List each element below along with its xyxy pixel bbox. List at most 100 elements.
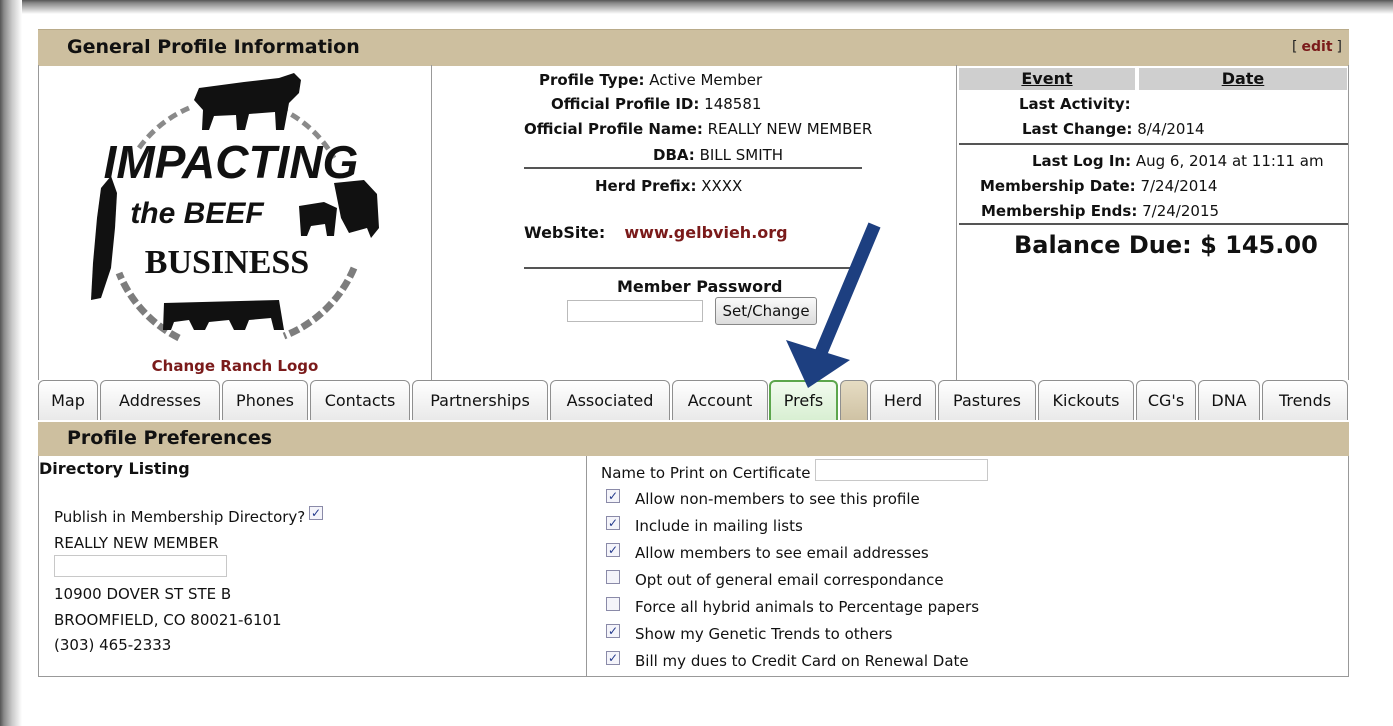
pref-option-label: Force all hybrid animals to Percentage p… [635, 598, 980, 616]
membership-date-value: 7/24/2014 [1140, 177, 1218, 195]
pref-option-label: Show my Genetic Trends to others [635, 625, 893, 643]
profile-type-row: Profile Type: Active Member [539, 71, 762, 89]
tab-phones[interactable]: Phones [222, 380, 308, 420]
certificate-name-label: Name to Print on Certificate [601, 464, 811, 482]
profile-type-value: Active Member [649, 71, 763, 89]
pref-option-checkbox[interactable]: ✓ [606, 651, 620, 665]
membership-date-label: Membership Date: [980, 177, 1136, 195]
ranch-logo[interactable]: IMPACTING the BEEF BUSINESS [79, 68, 389, 354]
pref-option-checkbox[interactable]: ✓ [606, 624, 620, 638]
edit-link[interactable]: edit [1302, 39, 1333, 55]
tab-pastures[interactable]: Pastures [938, 380, 1036, 420]
tab-blank[interactable] [840, 380, 868, 420]
calf-silhouette [299, 202, 337, 236]
date-column-header[interactable]: Date [1139, 68, 1347, 90]
ranch-logo-graphic: IMPACTING the BEEF BUSINESS [91, 73, 379, 342]
pref-option-checkbox[interactable]: ✓ [606, 489, 620, 503]
last-login-label: Last Log In: [1032, 152, 1132, 170]
event-column-header[interactable]: Event [959, 68, 1135, 90]
divider [524, 167, 862, 169]
tab-dna[interactable]: DNA [1198, 380, 1260, 420]
herd-prefix-row: Herd Prefix: XXXX [595, 177, 742, 195]
last-activity-label: Last Activity: [1019, 95, 1131, 113]
profile-name-value: REALLY NEW MEMBER [707, 120, 873, 138]
profile-name-label: Official Profile Name: [524, 120, 703, 138]
website-row: WebSite: www.gelbvieh.org [524, 223, 788, 242]
divider [959, 143, 1348, 145]
pref-option-label: Bill my dues to Credit Card on Renewal D… [635, 652, 969, 670]
publish-directory-checkbox[interactable]: ✓ [309, 506, 323, 520]
cow-side-silhouette [91, 176, 117, 300]
pref-option-checkbox[interactable] [606, 570, 620, 584]
tab-account[interactable]: Account [672, 380, 768, 420]
profile-id-value: 148581 [704, 95, 762, 113]
profile-name-row: Official Profile Name: REALLY NEW MEMBER [524, 120, 872, 138]
tab-cgs[interactable]: CG's [1136, 380, 1196, 420]
dba-label: DBA: [653, 146, 695, 164]
membership-ends-label: Membership Ends: [981, 202, 1138, 220]
website-label: WebSite: [524, 223, 606, 242]
edit-bracket-close: ] [1336, 39, 1342, 55]
general-profile-header: General Profile Information [edit] [38, 29, 1349, 66]
edit-link-wrapper: [edit] [1292, 39, 1342, 55]
logo-text-impacting: IMPACTING [104, 136, 359, 188]
set-change-password-button[interactable]: Set/Change [715, 297, 817, 325]
tab-trends[interactable]: Trends [1262, 380, 1348, 420]
pref-option-checkbox[interactable]: ✓ [606, 516, 620, 530]
membership-ends-row: Membership Ends: 7/24/2015 [981, 202, 1219, 220]
logo-text-business: BUSINESS [145, 244, 309, 281]
certificate-name-input[interactable] [815, 459, 988, 481]
profile-box: IMPACTING the BEEF BUSINESS Change Ranch… [38, 65, 1349, 380]
membership-ends-value: 7/24/2015 [1142, 202, 1220, 220]
window-frame-top [0, 0, 1393, 14]
pref-option-label: Allow members to see email addresses [635, 544, 929, 562]
last-login-value: Aug 6, 2014 at 11:11 am [1135, 152, 1324, 170]
last-change-row: Last Change: 8/4/2014 [1022, 120, 1205, 138]
cow-group-right [334, 180, 379, 238]
divider [524, 267, 862, 269]
column-divider [956, 65, 957, 380]
directory-name-input[interactable] [54, 555, 227, 577]
window-frame-left [0, 0, 22, 726]
website-link[interactable]: www.gelbvieh.org [624, 223, 787, 242]
profile-preferences-header: Profile Preferences [38, 422, 1349, 456]
directory-name: REALLY NEW MEMBER [54, 534, 219, 552]
last-login-row: Last Log In: Aug 6, 2014 at 11:11 am [1032, 152, 1324, 170]
pref-option-checkbox[interactable]: ✓ [606, 543, 620, 557]
dba-row: DBA: BILL SMITH [653, 146, 783, 164]
profile-preferences-title: Profile Preferences [67, 427, 273, 449]
last-activity-row: Last Activity: [1019, 95, 1131, 113]
general-profile-title: General Profile Information [67, 36, 360, 58]
directory-listing-title: Directory Listing [39, 459, 190, 478]
herd-prefix-value: XXXX [701, 177, 743, 195]
tab-addresses[interactable]: Addresses [100, 380, 220, 420]
divider [959, 223, 1348, 225]
dba-value: BILL SMITH [699, 146, 784, 164]
tab-partnerships[interactable]: Partnerships [412, 380, 548, 420]
cow-silhouette [194, 73, 301, 130]
profile-tab-bar: Map Addresses Phones Contacts Partnershi… [38, 380, 1349, 422]
tab-contacts[interactable]: Contacts [310, 380, 410, 420]
tab-kickouts[interactable]: Kickouts [1038, 380, 1134, 420]
profile-id-row: Official Profile ID: 148581 [551, 95, 761, 113]
tab-map[interactable]: Map [38, 380, 98, 420]
member-password-input[interactable] [567, 300, 703, 322]
profile-type-label: Profile Type: [539, 71, 645, 89]
tab-prefs[interactable]: Prefs [769, 380, 838, 420]
change-ranch-logo-link[interactable]: Change Ranch Logo [125, 357, 345, 375]
balance-due: Balance Due: $ 145.00 [1014, 231, 1318, 259]
tab-herd[interactable]: Herd [870, 380, 936, 420]
edit-bracket-open: [ [1292, 39, 1298, 55]
cow-group-bottom [163, 300, 284, 330]
pref-option-label: Include in mailing lists [635, 517, 803, 535]
pref-option-label: Allow non-members to see this profile [635, 490, 920, 508]
profile-id-label: Official Profile ID: [551, 95, 700, 113]
directory-phone: (303) 465-2333 [54, 636, 172, 654]
last-change-value: 8/4/2014 [1137, 120, 1205, 138]
directory-address-line1: 10900 DOVER ST STE B [54, 585, 232, 603]
publish-directory-label: Publish in Membership Directory? [54, 508, 306, 526]
membership-date-row: Membership Date: 7/24/2014 [980, 177, 1217, 195]
pref-option-checkbox[interactable] [606, 597, 620, 611]
last-change-label: Last Change: [1022, 120, 1133, 138]
tab-associated[interactable]: Associated [550, 380, 670, 420]
